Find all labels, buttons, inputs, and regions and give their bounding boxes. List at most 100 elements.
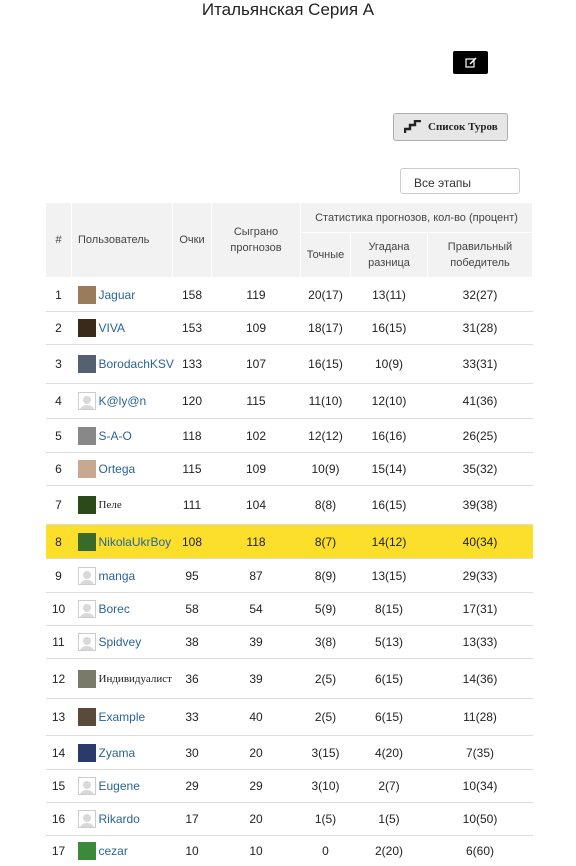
exact-cell: 18(17) bbox=[300, 311, 351, 345]
exact-cell: 2(5) bbox=[300, 658, 351, 699]
username-link[interactable]: Borec bbox=[99, 602, 130, 616]
username-link[interactable]: Jaguar bbox=[99, 288, 136, 302]
exact-cell: 20(17) bbox=[300, 277, 351, 312]
winner-cell: 7(35) bbox=[427, 735, 533, 770]
points-cell: 158 bbox=[172, 277, 212, 312]
played-cell: 104 bbox=[211, 485, 301, 525]
edit-icon bbox=[464, 56, 477, 68]
points-cell: 120 bbox=[172, 383, 212, 419]
exact-cell: 12(12) bbox=[300, 418, 351, 453]
points-cell: 153 bbox=[172, 311, 212, 345]
winner-cell: 11(28) bbox=[427, 698, 533, 736]
header-user: Пользователь bbox=[71, 202, 173, 278]
exact-cell: 3(15) bbox=[300, 735, 351, 770]
winner-cell: 10(34) bbox=[427, 769, 533, 803]
username-link[interactable]: Zyama bbox=[99, 746, 136, 760]
winner-cell: 39(38) bbox=[427, 485, 533, 525]
rounds-list-label: Список Туров bbox=[428, 121, 498, 133]
user-cell: Spidvey bbox=[71, 625, 173, 659]
rank-cell: 8 bbox=[45, 524, 72, 559]
header-diff: Угадана разница bbox=[350, 232, 428, 278]
avatar bbox=[77, 355, 96, 373]
points-cell: 17 bbox=[172, 802, 212, 836]
user-cell: Rikardo bbox=[71, 802, 173, 836]
username-link[interactable]: Example bbox=[99, 710, 146, 724]
avatar bbox=[77, 496, 96, 514]
rank-cell: 9 bbox=[45, 558, 72, 593]
rank-cell: 7 bbox=[45, 485, 72, 525]
username-link[interactable]: K@ly@n bbox=[99, 394, 147, 408]
username-link[interactable]: Ortega bbox=[99, 462, 136, 476]
played-cell: 20 bbox=[211, 735, 301, 770]
username-link[interactable]: manga bbox=[99, 569, 136, 583]
exact-cell: 3(8) bbox=[300, 625, 351, 659]
exact-cell: 8(7) bbox=[300, 524, 351, 559]
exact-cell: 3(10) bbox=[300, 769, 351, 803]
username-link[interactable]: Индивидуалист bbox=[99, 673, 172, 685]
table-row: 6 Ortega 115 109 10(9) 15(14) 35(32) bbox=[45, 452, 533, 486]
winner-cell: 26(25) bbox=[427, 418, 533, 453]
rank-cell: 2 bbox=[45, 311, 72, 345]
avatar bbox=[77, 669, 96, 688]
diff-cell: 12(10) bbox=[350, 383, 428, 419]
points-cell: 29 bbox=[172, 769, 212, 803]
avatar bbox=[77, 743, 96, 762]
table-row: 16 Rikardo 17 20 1(5) 1(5) 10(50) bbox=[45, 802, 533, 836]
rank-cell: 11 bbox=[45, 625, 72, 659]
played-cell: 102 bbox=[211, 418, 301, 453]
diff-cell: 15(14) bbox=[350, 452, 428, 486]
table-row: 9 manga 95 87 8(9) 13(15) 29(33) bbox=[45, 558, 533, 593]
avatar bbox=[77, 708, 96, 726]
username-link[interactable]: cezar bbox=[99, 844, 128, 858]
exact-cell: 2(5) bbox=[300, 698, 351, 736]
table-row: 7 Пеле 111 104 8(8) 16(15) 39(38) bbox=[45, 485, 533, 525]
played-cell: 109 bbox=[211, 311, 301, 345]
rounds-list-button[interactable]: Список Туров bbox=[393, 113, 508, 141]
table-row: 17 cezar 10 10 0 2(20) 6(60) bbox=[45, 835, 533, 866]
avatar bbox=[77, 426, 96, 445]
username-link[interactable]: VIVA bbox=[99, 321, 125, 335]
exact-cell: 8(9) bbox=[300, 558, 351, 593]
edit-button[interactable] bbox=[453, 51, 488, 74]
points-cell: 95 bbox=[172, 558, 212, 593]
winner-cell: 14(36) bbox=[427, 658, 533, 699]
rank-cell: 1 bbox=[45, 277, 72, 312]
username-link[interactable]: Rikardo bbox=[99, 812, 140, 826]
user-cell: Borec bbox=[71, 592, 173, 626]
stage-select[interactable]: Все этапы bbox=[400, 168, 520, 194]
winner-cell: 17(31) bbox=[427, 592, 533, 626]
username-link[interactable]: Spidvey bbox=[99, 635, 142, 649]
user-cell: Zyama bbox=[71, 735, 173, 770]
rank-cell: 14 bbox=[45, 735, 72, 770]
rank-cell: 12 bbox=[45, 658, 72, 699]
diff-cell: 16(15) bbox=[350, 485, 428, 525]
avatar bbox=[77, 566, 96, 585]
user-cell: VIVA bbox=[71, 311, 173, 345]
winner-cell: 33(31) bbox=[427, 344, 533, 384]
avatar bbox=[77, 532, 96, 551]
points-cell: 10 bbox=[172, 835, 212, 866]
table-row: 2 VIVA 153 109 18(17) 16(15) 31(28) bbox=[45, 311, 533, 345]
username-link[interactable]: Eugene bbox=[99, 779, 140, 793]
diff-cell: 6(15) bbox=[350, 698, 428, 736]
exact-cell: 5(9) bbox=[300, 592, 351, 626]
exact-cell: 11(10) bbox=[300, 383, 351, 419]
rank-cell: 4 bbox=[45, 383, 72, 419]
username-link[interactable]: NikolaUkrBoy bbox=[99, 535, 172, 549]
diff-cell: 13(15) bbox=[350, 558, 428, 593]
table-row: 15 Eugene 29 29 3(10) 2(7) 10(34) bbox=[45, 769, 533, 803]
username-link[interactable]: BorodachKSV bbox=[99, 357, 174, 371]
played-cell: 40 bbox=[211, 698, 301, 736]
username-link[interactable]: Пеле bbox=[99, 499, 122, 511]
winner-cell: 10(50) bbox=[427, 802, 533, 836]
user-cell: Example bbox=[71, 698, 173, 736]
user-cell: cezar bbox=[71, 835, 173, 866]
winner-cell: 32(27) bbox=[427, 277, 533, 312]
username-link[interactable]: S-A-O bbox=[99, 429, 132, 443]
winner-cell: 41(36) bbox=[427, 383, 533, 419]
points-cell: 108 bbox=[172, 524, 212, 559]
table-row: 1 Jaguar 158 119 20(17) 13(11) 32(27) bbox=[45, 277, 533, 312]
user-cell: K@ly@n bbox=[71, 383, 173, 419]
played-cell: 118 bbox=[211, 524, 301, 559]
user-cell: S-A-O bbox=[71, 418, 173, 453]
